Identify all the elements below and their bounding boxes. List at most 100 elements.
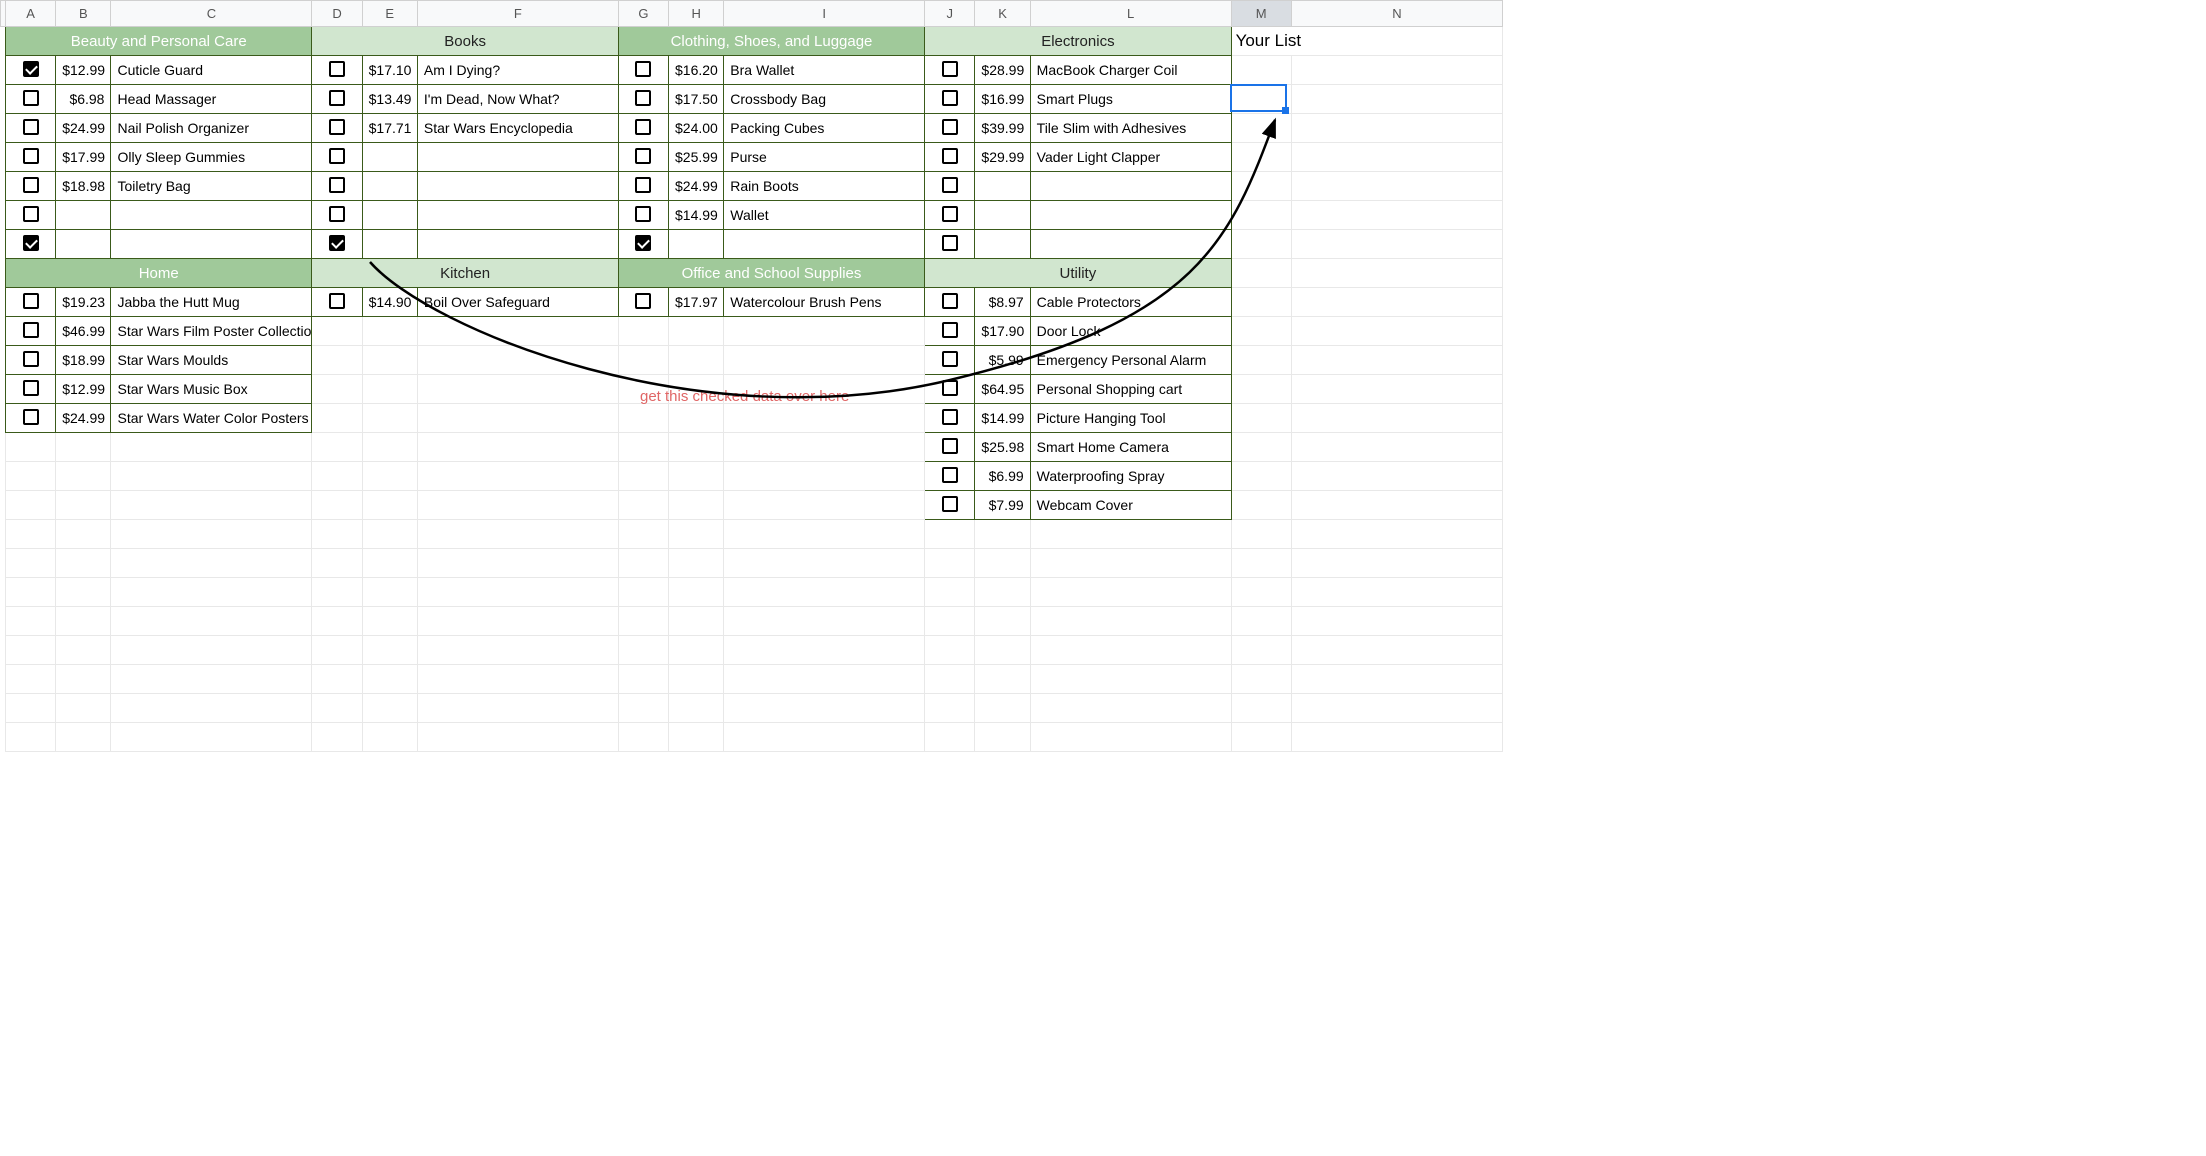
item-checkbox[interactable] xyxy=(925,462,975,491)
item-name[interactable] xyxy=(724,230,925,259)
cell[interactable] xyxy=(312,491,362,520)
cell[interactable] xyxy=(312,636,362,665)
cell[interactable] xyxy=(925,520,975,549)
item-checkbox[interactable] xyxy=(6,85,56,114)
item-name[interactable]: Purse xyxy=(724,143,925,172)
item-name[interactable] xyxy=(111,201,312,230)
item-price[interactable]: $5.99 xyxy=(975,346,1030,375)
item-price[interactable]: $8.97 xyxy=(975,288,1030,317)
cell[interactable] xyxy=(1231,143,1291,172)
item-checkbox[interactable] xyxy=(6,114,56,143)
col-G[interactable]: G xyxy=(618,1,668,27)
cell[interactable] xyxy=(56,520,111,549)
cell[interactable] xyxy=(1231,520,1291,549)
cell[interactable] xyxy=(312,665,362,694)
cell[interactable] xyxy=(417,520,618,549)
cell[interactable] xyxy=(618,636,668,665)
cell[interactable] xyxy=(111,694,312,723)
cell[interactable] xyxy=(1291,578,1502,607)
item-name[interactable]: Picture Hanging Tool xyxy=(1030,404,1231,433)
item-name[interactable]: Toiletry Bag xyxy=(111,172,312,201)
cell[interactable] xyxy=(417,694,618,723)
item-name[interactable]: Smart Plugs xyxy=(1030,85,1231,114)
item-checkbox[interactable] xyxy=(312,143,362,172)
item-checkbox[interactable] xyxy=(925,230,975,259)
cell[interactable] xyxy=(724,549,925,578)
cell[interactable] xyxy=(724,723,925,752)
cell[interactable] xyxy=(669,317,724,346)
cell[interactable] xyxy=(362,433,417,462)
cell[interactable] xyxy=(669,491,724,520)
item-checkbox[interactable] xyxy=(618,172,668,201)
spreadsheet[interactable]: A B C D E F G H I J K L M N Beauty and P… xyxy=(0,0,1503,752)
cell[interactable] xyxy=(111,549,312,578)
item-name[interactable]: Tile Slim with Adhesives xyxy=(1030,114,1231,143)
item-checkbox[interactable] xyxy=(312,172,362,201)
cell[interactable] xyxy=(1291,723,1502,752)
cell[interactable] xyxy=(1291,259,1502,288)
item-price[interactable]: $17.90 xyxy=(975,317,1030,346)
item-checkbox[interactable] xyxy=(925,143,975,172)
col-K[interactable]: K xyxy=(975,1,1030,27)
cell[interactable] xyxy=(111,433,312,462)
cell[interactable] xyxy=(417,491,618,520)
item-checkbox[interactable] xyxy=(925,375,975,404)
item-checkbox[interactable] xyxy=(312,230,362,259)
cell[interactable] xyxy=(724,636,925,665)
item-price[interactable] xyxy=(362,230,417,259)
item-name[interactable]: Bra Wallet xyxy=(724,56,925,85)
your-list-header[interactable]: Your List xyxy=(1231,27,1502,56)
cell[interactable] xyxy=(1231,636,1291,665)
item-name[interactable]: Smart Home Camera xyxy=(1030,433,1231,462)
item-price[interactable]: $25.98 xyxy=(975,433,1030,462)
cell[interactable] xyxy=(618,375,668,404)
cell[interactable] xyxy=(6,607,56,636)
cell[interactable] xyxy=(1291,56,1502,85)
cell[interactable] xyxy=(925,694,975,723)
col-D[interactable]: D xyxy=(312,1,362,27)
cell[interactable] xyxy=(111,665,312,694)
cell[interactable] xyxy=(724,607,925,636)
cell[interactable] xyxy=(1231,433,1291,462)
col-L[interactable]: L xyxy=(1030,1,1231,27)
item-checkbox[interactable] xyxy=(618,201,668,230)
cell[interactable] xyxy=(1291,491,1502,520)
cell[interactable] xyxy=(362,665,417,694)
cell[interactable] xyxy=(362,607,417,636)
cell[interactable] xyxy=(669,665,724,694)
cell[interactable] xyxy=(111,607,312,636)
item-name[interactable]: Star Wars Encyclopedia xyxy=(417,114,618,143)
col-C[interactable]: C xyxy=(111,1,312,27)
item-name[interactable]: MacBook Charger Coil xyxy=(1030,56,1231,85)
cell[interactable] xyxy=(362,346,417,375)
cell[interactable] xyxy=(417,723,618,752)
item-name[interactable]: Packing Cubes xyxy=(724,114,925,143)
item-checkbox[interactable] xyxy=(925,114,975,143)
item-price[interactable]: $18.98 xyxy=(56,172,111,201)
cell[interactable] xyxy=(1231,85,1291,114)
item-checkbox[interactable] xyxy=(6,375,56,404)
cell[interactable] xyxy=(669,375,724,404)
item-price[interactable]: $17.99 xyxy=(56,143,111,172)
cell[interactable] xyxy=(56,607,111,636)
item-name[interactable] xyxy=(1030,230,1231,259)
item-checkbox[interactable] xyxy=(925,404,975,433)
item-name[interactable] xyxy=(1030,201,1231,230)
cell[interactable] xyxy=(925,549,975,578)
item-name[interactable] xyxy=(1030,172,1231,201)
cell[interactable] xyxy=(669,636,724,665)
cell[interactable] xyxy=(56,433,111,462)
cell[interactable] xyxy=(669,346,724,375)
item-checkbox[interactable] xyxy=(6,172,56,201)
item-price[interactable]: $16.99 xyxy=(975,85,1030,114)
item-price[interactable]: $19.23 xyxy=(56,288,111,317)
cell[interactable] xyxy=(1231,259,1291,288)
cell[interactable] xyxy=(312,317,362,346)
item-checkbox[interactable] xyxy=(925,172,975,201)
item-price[interactable] xyxy=(362,172,417,201)
cell[interactable] xyxy=(669,462,724,491)
cell[interactable] xyxy=(312,607,362,636)
cell[interactable] xyxy=(724,317,925,346)
cell[interactable] xyxy=(1291,375,1502,404)
cell[interactable] xyxy=(724,665,925,694)
